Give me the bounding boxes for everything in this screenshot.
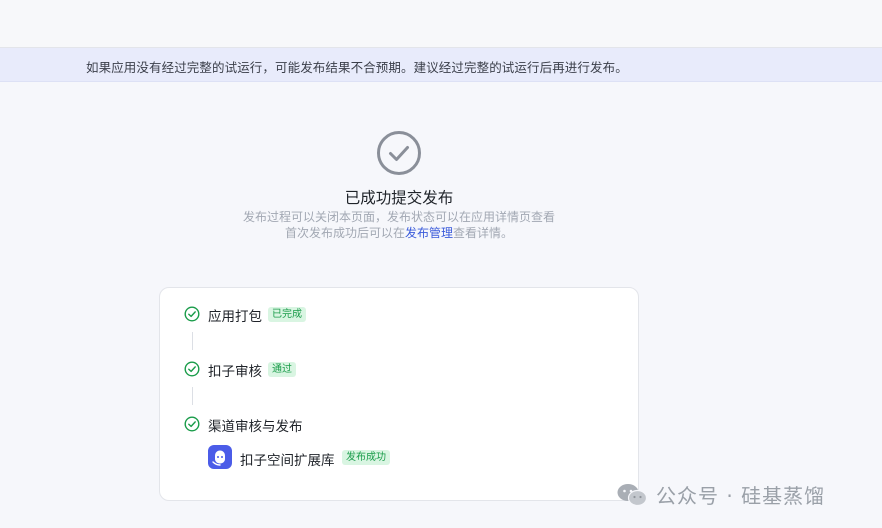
publish-progress-card: 应用打包 已完成 扣子审核 通过 渠道审核与发布 扣子空间扩展库 发布成功 [159,287,639,501]
check-circle-icon [184,361,200,377]
result-description-line1: 发布过程可以关闭本页面，发布状态可以在应用详情页查看 [242,210,555,224]
step-coze-review: 扣子审核 通过 [184,358,344,380]
channel-name: 扣子空间扩展库 [240,453,335,469]
status-badge: 已完成 [268,307,306,322]
coze-space-icon [208,445,232,469]
publish-management-link[interactable]: 发布管理 [405,226,453,240]
step-label: 渠道审核与发布 [208,419,303,435]
step-connector [192,332,193,350]
watermark-text: 公众号 · 硅基蒸馏 [656,484,826,508]
step-label: 扣子审核 [208,364,262,380]
channel-status-badge: 发布成功 [342,450,390,465]
desc-prefix: 首次发布成功后可以在 [284,226,405,240]
warning-banner: 如果应用没有经过完整的试运行，可能发布结果不合预期。建议经过完整的试运行后再进行… [0,48,882,82]
check-circle-icon [184,416,200,432]
banner-message: 如果应用没有经过完整的试运行，可能发布结果不合预期。建议经过完整的试运行后再进行… [86,60,628,75]
step-connector [192,387,193,405]
step-channel-review-publish: 渠道审核与发布 [184,413,364,435]
success-check-icon [377,131,421,175]
top-bar [0,0,882,48]
result-title: 已成功提交发布 [344,189,454,207]
desc-suffix: 查看详情。 [453,226,514,240]
step-label: 应用打包 [208,309,262,325]
step-app-packaging: 应用打包 已完成 [184,303,344,325]
result-description-line2: 首次发布成功后可以在发布管理查看详情。 [0,224,798,241]
check-circle-icon [184,306,200,322]
wechat-icon [617,484,648,507]
status-badge: 通过 [268,362,296,377]
